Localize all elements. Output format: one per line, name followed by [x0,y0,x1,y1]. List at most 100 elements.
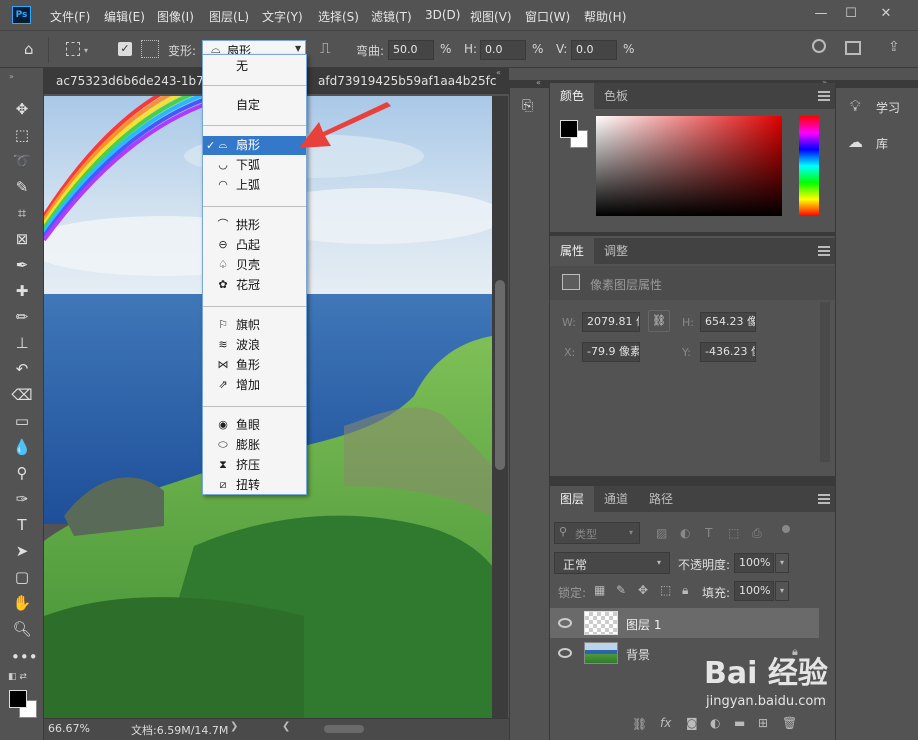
warp-option-twist[interactable]: ⧄ 扭转 [203,476,306,495]
brush-tool-icon[interactable]: ✏ [11,306,33,328]
learn-panel-button[interactable]: 💡︎ 学习 [836,92,918,122]
tab-paths[interactable]: 路径 [639,486,683,512]
dodge-tool-icon[interactable]: ⚲ [11,462,33,484]
minimize-icon[interactable]: — [810,5,832,23]
y-position-input[interactable]: -436.23 像 [700,342,756,362]
warp-option-squeeze[interactable]: ⧗ 挤压 [203,456,306,475]
lock-transparent-icon[interactable]: ▦ [594,583,605,597]
marquee-tool-icon[interactable]: ⬚ [11,124,33,146]
link-icon[interactable]: ⛓ [648,310,670,332]
eyedropper-tool-icon[interactable]: ✒ [11,254,33,276]
menu-type[interactable]: 文字(Y) [262,8,303,25]
opacity-input[interactable]: 100% [734,553,774,573]
transform-mode-icon[interactable] [66,42,80,56]
tab-channels[interactable]: 通道 [594,486,638,512]
menu-file[interactable]: 文件(F) [50,8,90,25]
v-distort-input[interactable]: 0.0 [571,40,617,60]
warp-option-custom[interactable]: 自定 [203,96,306,115]
filter-toggle-icon[interactable] [782,525,790,533]
lock-image-icon[interactable]: ✎ [616,583,626,597]
foreground-color-swatch[interactable] [560,120,578,138]
menu-filter[interactable]: 滤镜(T) [371,8,412,25]
home-icon[interactable]: ⌂ [24,41,40,57]
blend-mode-select[interactable]: 正常 ▾ [554,552,670,574]
filter-shape-icon[interactable]: ⬚ [728,526,739,540]
canvas-scroll-thumb[interactable] [495,280,505,470]
tab-layers[interactable]: 图层 [550,486,595,512]
chevron-down-icon[interactable]: ▾ [775,581,789,601]
scroll-left-icon[interactable]: ❮ [282,721,290,732]
filter-adjustment-icon[interactable]: ◐ [680,526,690,540]
close-icon[interactable]: ✕ [875,5,897,23]
warp-orientation-icon[interactable]: ⎍ [320,39,331,57]
layer-row-layer1[interactable]: 图层 1 [550,608,819,638]
workspace-icon[interactable] [845,41,861,55]
new-group-icon[interactable]: ▬ [734,716,745,730]
menu-window[interactable]: 窗口(W) [525,8,570,25]
gradient-tool-icon[interactable]: ▭ [11,410,33,432]
history-brush-tool-icon[interactable]: ↶ [11,358,33,380]
tab-color[interactable]: 颜色 [550,83,595,109]
warp-option-arc[interactable]: ✓ ⌓ 扇形 [203,136,306,155]
filter-type-icon[interactable]: T [705,526,712,540]
blur-tool-icon[interactable]: 💧 [11,436,33,458]
panel-menu-icon[interactable] [818,91,830,101]
healing-brush-tool-icon[interactable]: ✚ [11,280,33,302]
layer-name[interactable]: 背景 [626,646,650,663]
zoom-tool-icon[interactable]: 🔍︎ [11,618,33,640]
filter-pixel-icon[interactable]: ▨ [656,526,667,540]
warp-option-rise[interactable]: ⇗ 增加 [203,376,306,395]
layer-name[interactable]: 图层 1 [626,616,661,633]
adjustment-layer-icon[interactable]: ◐ [710,716,720,730]
quick-select-tool-icon[interactable]: ✎ [11,176,33,198]
horizontal-scroll-thumb[interactable] [324,725,364,733]
menu-help[interactable]: 帮助(H) [584,8,626,25]
warp-option-shell[interactable]: ♤ 贝壳 [203,256,306,275]
default-colors-icon[interactable]: ◧ ⇄ [8,672,27,682]
crop-tool-icon[interactable]: ⌗ [11,202,33,224]
maximize-icon[interactable]: ☐ [840,5,862,23]
chevron-down-icon[interactable]: ▾ [775,553,789,573]
lock-position-icon[interactable]: ✥ [638,583,648,597]
warp-option-flag[interactable]: ⚐ 旗帜 [203,316,306,335]
bend-input[interactable]: 50.0 [388,40,434,60]
tab-swatches[interactable]: 色板 [594,83,638,109]
warp-option-bulge[interactable]: ⊖ 凸起 [203,236,306,255]
chevron-down-icon[interactable]: ▾ [84,46,88,55]
eraser-tool-icon[interactable]: ⌫ [11,384,33,406]
tab-adjustments[interactable]: 调整 [594,238,638,264]
visibility-eye-icon[interactable] [558,648,572,658]
history-panel-icon[interactable]: ⎘ [522,98,533,114]
collapse-arrows-icon[interactable]: « [536,78,541,87]
pen-tool-icon[interactable]: ✑ [11,488,33,510]
foreground-color-swatch[interactable] [9,690,27,708]
path-selection-tool-icon[interactable]: ➤ [11,540,33,562]
status-menu-arrow-icon[interactable]: ❯ [230,721,238,732]
menu-select[interactable]: 选择(S) [318,8,359,25]
properties-scrollbar[interactable] [820,302,830,462]
rectangle-tool-icon[interactable]: ▢ [11,566,33,588]
visibility-eye-icon[interactable] [558,618,572,628]
x-position-input[interactable]: -79.9 像素 [582,342,640,362]
filter-smart-object-icon[interactable]: ⎙ [752,526,762,541]
warp-option-arc-upper[interactable]: ◠ 上弧 [203,176,306,195]
clone-stamp-tool-icon[interactable]: ⊥ [11,332,33,354]
collapse-arrows-icon[interactable]: « [496,68,501,77]
layer-filter-select[interactable]: ⚲ 类型 ▾ [554,522,640,544]
lock-artboard-icon[interactable]: ⬚ [660,583,671,597]
fill-input[interactable]: 100% [734,581,774,601]
warp-option-arch[interactable]: ⌒ 拱形 [203,216,306,235]
frame-tool-icon[interactable]: ⊠ [11,228,33,250]
move-tool-icon[interactable]: ✥ [11,98,33,120]
panel-menu-icon[interactable] [818,494,830,504]
more-tools-icon[interactable]: ••• [11,646,38,668]
warp-option-wave[interactable]: ≋ 波浪 [203,336,306,355]
warp-option-inflate[interactable]: ⬭ 膨胀 [203,436,306,455]
warp-option-fish[interactable]: ⋈ 鱼形 [203,356,306,375]
share-icon[interactable]: ⇪ [888,39,900,55]
tab-properties[interactable]: 属性 [550,238,595,264]
menu-layer[interactable]: 图层(L) [209,8,249,25]
panel-menu-icon[interactable] [818,246,830,256]
library-panel-button[interactable]: ☁ 库 [836,128,918,158]
lasso-tool-icon[interactable]: ➰ [11,150,33,172]
